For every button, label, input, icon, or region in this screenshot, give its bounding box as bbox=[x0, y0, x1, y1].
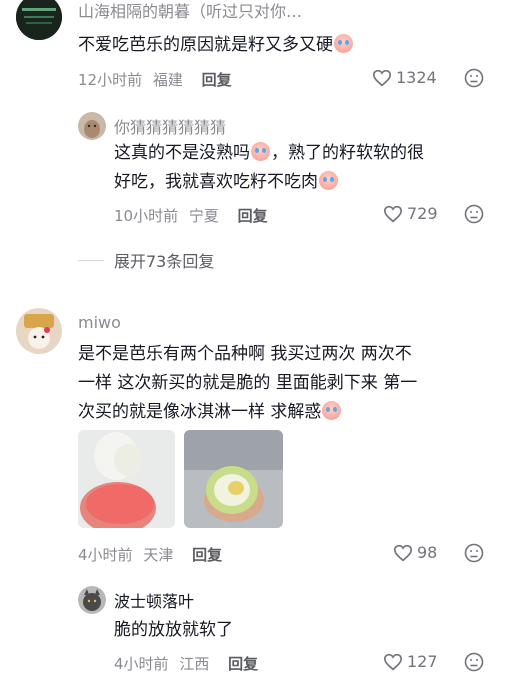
like-count: 1324 bbox=[396, 68, 437, 87]
comment-author[interactable]: miwo bbox=[78, 313, 121, 332]
comment-time: 10小时前 bbox=[114, 207, 179, 225]
heart-icon bbox=[383, 653, 403, 670]
comment-text: 是不是芭乐有两个品种啊 我买过两次 两次不 一样 这次新买的就是脆的 里面能剥下… bbox=[78, 344, 418, 422]
comment-photo-white-guava[interactable] bbox=[184, 430, 283, 528]
crying-emoji-icon bbox=[319, 171, 338, 190]
like-count: 98 bbox=[417, 543, 438, 562]
comment-meta: 4小时前 江西 回复 bbox=[114, 653, 258, 674]
comment-location: 江西 bbox=[179, 655, 210, 673]
comment-meta: 12小时前 福建 回复 bbox=[78, 69, 232, 90]
expand-replies-label: 展开73条回复 bbox=[114, 252, 215, 271]
avatar[interactable] bbox=[78, 112, 106, 140]
comment-location: 福建 bbox=[152, 71, 183, 89]
comment-meta: 10小时前 宁夏 回复 bbox=[114, 205, 268, 226]
dislike-icon[interactable] bbox=[464, 204, 484, 224]
comment-time: 4小时前 bbox=[114, 655, 169, 673]
comment-text: 不爱吃芭乐的原因就是籽又多又硬 bbox=[78, 31, 354, 60]
dislike-icon[interactable] bbox=[464, 652, 484, 672]
comment-author[interactable]: 你猜猜猜猜猜猜 bbox=[114, 114, 226, 138]
comment-meta: 4小时前 天津 回复 bbox=[78, 544, 222, 565]
like-button[interactable]: 127 bbox=[383, 652, 438, 671]
crying-emoji-icon bbox=[322, 401, 342, 420]
like-button[interactable]: 729 bbox=[383, 204, 438, 223]
expand-replies-button[interactable]: 展开73条回复 bbox=[78, 248, 214, 272]
comment-photo-red-guava[interactable] bbox=[78, 430, 175, 528]
comment-text: 脆的放放就软了 bbox=[114, 620, 233, 640]
comment-location: 宁夏 bbox=[188, 207, 219, 225]
crying-emoji-icon bbox=[334, 34, 353, 53]
like-button[interactable]: 98 bbox=[393, 543, 437, 562]
reply-button[interactable]: 回复 bbox=[192, 546, 222, 564]
comment-author[interactable]: 波士顿落叶 bbox=[114, 588, 194, 612]
avatar[interactable] bbox=[16, 308, 62, 354]
heart-icon bbox=[383, 205, 403, 222]
dislike-icon[interactable] bbox=[464, 68, 484, 88]
like-count: 729 bbox=[407, 204, 438, 223]
reply-button[interactable]: 回复 bbox=[228, 655, 258, 673]
avatar[interactable] bbox=[78, 586, 106, 614]
comment-time: 12小时前 bbox=[78, 71, 143, 89]
crying-emoji-icon bbox=[251, 142, 270, 161]
divider bbox=[78, 259, 104, 261]
reply-button[interactable]: 回复 bbox=[238, 207, 268, 225]
heart-icon bbox=[393, 544, 413, 561]
reply-button[interactable]: 回复 bbox=[202, 71, 232, 89]
comment-time: 4小时前 bbox=[78, 546, 133, 564]
heart-icon bbox=[372, 69, 392, 86]
comment-author[interactable]: 山海相隔的朝暮（听过只对你… bbox=[78, 0, 302, 22]
like-button[interactable]: 1324 bbox=[372, 68, 437, 87]
dislike-icon[interactable] bbox=[464, 543, 484, 563]
like-count: 127 bbox=[407, 652, 438, 671]
comment-location: 天津 bbox=[143, 546, 174, 564]
comment-text: 这真的不是没熟吗 ，熟了的籽软软的很 好吃，我就喜欢吃籽不吃肉 bbox=[114, 142, 424, 192]
avatar[interactable] bbox=[16, 0, 62, 40]
